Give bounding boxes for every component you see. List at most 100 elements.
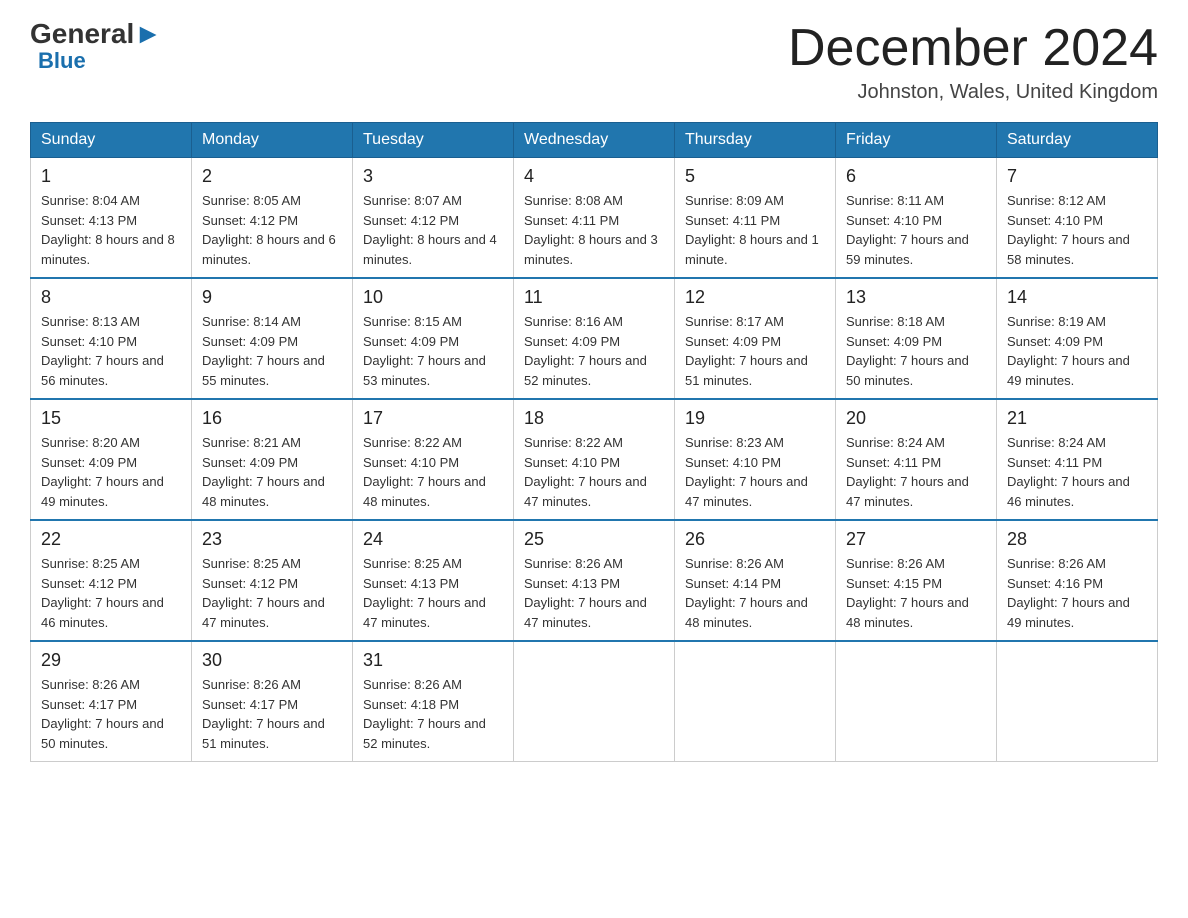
- calendar-cell: 21 Sunrise: 8:24 AM Sunset: 4:11 PM Dayl…: [997, 399, 1158, 520]
- title-block: December 2024 Johnston, Wales, United Ki…: [788, 20, 1158, 104]
- header-wednesday: Wednesday: [514, 123, 675, 158]
- day-info: Sunrise: 8:15 AM Sunset: 4:09 PM Dayligh…: [363, 312, 503, 390]
- day-number: 23: [202, 529, 342, 550]
- calendar-table: Sunday Monday Tuesday Wednesday Thursday…: [30, 122, 1158, 762]
- calendar-cell: 28 Sunrise: 8:26 AM Sunset: 4:16 PM Dayl…: [997, 520, 1158, 641]
- logo-general-text: General►: [30, 20, 162, 48]
- day-number: 7: [1007, 166, 1147, 187]
- day-number: 9: [202, 287, 342, 308]
- day-info: Sunrise: 8:19 AM Sunset: 4:09 PM Dayligh…: [1007, 312, 1147, 390]
- header-row: Sunday Monday Tuesday Wednesday Thursday…: [31, 123, 1158, 158]
- calendar-cell: 8 Sunrise: 8:13 AM Sunset: 4:10 PM Dayli…: [31, 278, 192, 399]
- day-number: 14: [1007, 287, 1147, 308]
- week-row-4: 22 Sunrise: 8:25 AM Sunset: 4:12 PM Dayl…: [31, 520, 1158, 641]
- calendar-cell: [997, 641, 1158, 762]
- calendar-cell: 30 Sunrise: 8:26 AM Sunset: 4:17 PM Dayl…: [192, 641, 353, 762]
- month-title: December 2024: [788, 20, 1158, 77]
- day-info: Sunrise: 8:12 AM Sunset: 4:10 PM Dayligh…: [1007, 191, 1147, 269]
- day-number: 21: [1007, 408, 1147, 429]
- calendar-cell: 10 Sunrise: 8:15 AM Sunset: 4:09 PM Dayl…: [353, 278, 514, 399]
- day-info: Sunrise: 8:25 AM Sunset: 4:12 PM Dayligh…: [202, 554, 342, 632]
- week-row-1: 1 Sunrise: 8:04 AM Sunset: 4:13 PM Dayli…: [31, 158, 1158, 279]
- header-monday: Monday: [192, 123, 353, 158]
- calendar-cell: 16 Sunrise: 8:21 AM Sunset: 4:09 PM Dayl…: [192, 399, 353, 520]
- calendar-cell: 27 Sunrise: 8:26 AM Sunset: 4:15 PM Dayl…: [836, 520, 997, 641]
- day-number: 28: [1007, 529, 1147, 550]
- day-number: 1: [41, 166, 181, 187]
- calendar-cell: 2 Sunrise: 8:05 AM Sunset: 4:12 PM Dayli…: [192, 158, 353, 279]
- day-number: 27: [846, 529, 986, 550]
- day-info: Sunrise: 8:24 AM Sunset: 4:11 PM Dayligh…: [1007, 433, 1147, 511]
- calendar-cell: 4 Sunrise: 8:08 AM Sunset: 4:11 PM Dayli…: [514, 158, 675, 279]
- day-info: Sunrise: 8:26 AM Sunset: 4:15 PM Dayligh…: [846, 554, 986, 632]
- calendar-cell: 15 Sunrise: 8:20 AM Sunset: 4:09 PM Dayl…: [31, 399, 192, 520]
- day-number: 20: [846, 408, 986, 429]
- calendar-cell: 26 Sunrise: 8:26 AM Sunset: 4:14 PM Dayl…: [675, 520, 836, 641]
- day-info: Sunrise: 8:22 AM Sunset: 4:10 PM Dayligh…: [524, 433, 664, 511]
- day-info: Sunrise: 8:16 AM Sunset: 4:09 PM Dayligh…: [524, 312, 664, 390]
- day-info: Sunrise: 8:26 AM Sunset: 4:14 PM Dayligh…: [685, 554, 825, 632]
- day-info: Sunrise: 8:26 AM Sunset: 4:18 PM Dayligh…: [363, 675, 503, 753]
- day-number: 6: [846, 166, 986, 187]
- day-info: Sunrise: 8:21 AM Sunset: 4:09 PM Dayligh…: [202, 433, 342, 511]
- calendar-cell: 18 Sunrise: 8:22 AM Sunset: 4:10 PM Dayl…: [514, 399, 675, 520]
- header-saturday: Saturday: [997, 123, 1158, 158]
- calendar-header: Sunday Monday Tuesday Wednesday Thursday…: [31, 123, 1158, 158]
- day-info: Sunrise: 8:05 AM Sunset: 4:12 PM Dayligh…: [202, 191, 342, 269]
- day-number: 3: [363, 166, 503, 187]
- calendar-cell: 1 Sunrise: 8:04 AM Sunset: 4:13 PM Dayli…: [31, 158, 192, 279]
- day-info: Sunrise: 8:22 AM Sunset: 4:10 PM Dayligh…: [363, 433, 503, 511]
- week-row-2: 8 Sunrise: 8:13 AM Sunset: 4:10 PM Dayli…: [31, 278, 1158, 399]
- day-number: 17: [363, 408, 503, 429]
- day-info: Sunrise: 8:26 AM Sunset: 4:16 PM Dayligh…: [1007, 554, 1147, 632]
- day-info: Sunrise: 8:20 AM Sunset: 4:09 PM Dayligh…: [41, 433, 181, 511]
- location-subtitle: Johnston, Wales, United Kingdom: [788, 81, 1158, 104]
- logo: General► Blue: [30, 20, 162, 74]
- calendar-cell: 29 Sunrise: 8:26 AM Sunset: 4:17 PM Dayl…: [31, 641, 192, 762]
- day-info: Sunrise: 8:09 AM Sunset: 4:11 PM Dayligh…: [685, 191, 825, 269]
- header-friday: Friday: [836, 123, 997, 158]
- day-info: Sunrise: 8:25 AM Sunset: 4:12 PM Dayligh…: [41, 554, 181, 632]
- calendar-cell: [514, 641, 675, 762]
- day-info: Sunrise: 8:04 AM Sunset: 4:13 PM Dayligh…: [41, 191, 181, 269]
- calendar-cell: [675, 641, 836, 762]
- day-number: 5: [685, 166, 825, 187]
- day-info: Sunrise: 8:07 AM Sunset: 4:12 PM Dayligh…: [363, 191, 503, 269]
- calendar-body: 1 Sunrise: 8:04 AM Sunset: 4:13 PM Dayli…: [31, 158, 1158, 762]
- calendar-cell: 31 Sunrise: 8:26 AM Sunset: 4:18 PM Dayl…: [353, 641, 514, 762]
- day-number: 30: [202, 650, 342, 671]
- day-number: 25: [524, 529, 664, 550]
- calendar-cell: 5 Sunrise: 8:09 AM Sunset: 4:11 PM Dayli…: [675, 158, 836, 279]
- calendar-cell: 25 Sunrise: 8:26 AM Sunset: 4:13 PM Dayl…: [514, 520, 675, 641]
- day-info: Sunrise: 8:08 AM Sunset: 4:11 PM Dayligh…: [524, 191, 664, 269]
- calendar-cell: 23 Sunrise: 8:25 AM Sunset: 4:12 PM Dayl…: [192, 520, 353, 641]
- day-info: Sunrise: 8:24 AM Sunset: 4:11 PM Dayligh…: [846, 433, 986, 511]
- day-info: Sunrise: 8:26 AM Sunset: 4:17 PM Dayligh…: [202, 675, 342, 753]
- day-info: Sunrise: 8:23 AM Sunset: 4:10 PM Dayligh…: [685, 433, 825, 511]
- calendar-cell: 11 Sunrise: 8:16 AM Sunset: 4:09 PM Dayl…: [514, 278, 675, 399]
- day-number: 26: [685, 529, 825, 550]
- day-number: 15: [41, 408, 181, 429]
- calendar-cell: 13 Sunrise: 8:18 AM Sunset: 4:09 PM Dayl…: [836, 278, 997, 399]
- header-sunday: Sunday: [31, 123, 192, 158]
- day-number: 8: [41, 287, 181, 308]
- calendar-cell: [836, 641, 997, 762]
- day-info: Sunrise: 8:17 AM Sunset: 4:09 PM Dayligh…: [685, 312, 825, 390]
- day-info: Sunrise: 8:25 AM Sunset: 4:13 PM Dayligh…: [363, 554, 503, 632]
- header-tuesday: Tuesday: [353, 123, 514, 158]
- day-info: Sunrise: 8:13 AM Sunset: 4:10 PM Dayligh…: [41, 312, 181, 390]
- day-number: 22: [41, 529, 181, 550]
- calendar-cell: 7 Sunrise: 8:12 AM Sunset: 4:10 PM Dayli…: [997, 158, 1158, 279]
- calendar-cell: 12 Sunrise: 8:17 AM Sunset: 4:09 PM Dayl…: [675, 278, 836, 399]
- day-info: Sunrise: 8:14 AM Sunset: 4:09 PM Dayligh…: [202, 312, 342, 390]
- calendar-cell: 9 Sunrise: 8:14 AM Sunset: 4:09 PM Dayli…: [192, 278, 353, 399]
- day-number: 18: [524, 408, 664, 429]
- logo-blue-text: Blue: [38, 48, 86, 74]
- day-number: 31: [363, 650, 503, 671]
- page-header: General► Blue December 2024 Johnston, Wa…: [30, 20, 1158, 104]
- day-number: 4: [524, 166, 664, 187]
- calendar-cell: 6 Sunrise: 8:11 AM Sunset: 4:10 PM Dayli…: [836, 158, 997, 279]
- day-number: 19: [685, 408, 825, 429]
- day-number: 11: [524, 287, 664, 308]
- calendar-cell: 20 Sunrise: 8:24 AM Sunset: 4:11 PM Dayl…: [836, 399, 997, 520]
